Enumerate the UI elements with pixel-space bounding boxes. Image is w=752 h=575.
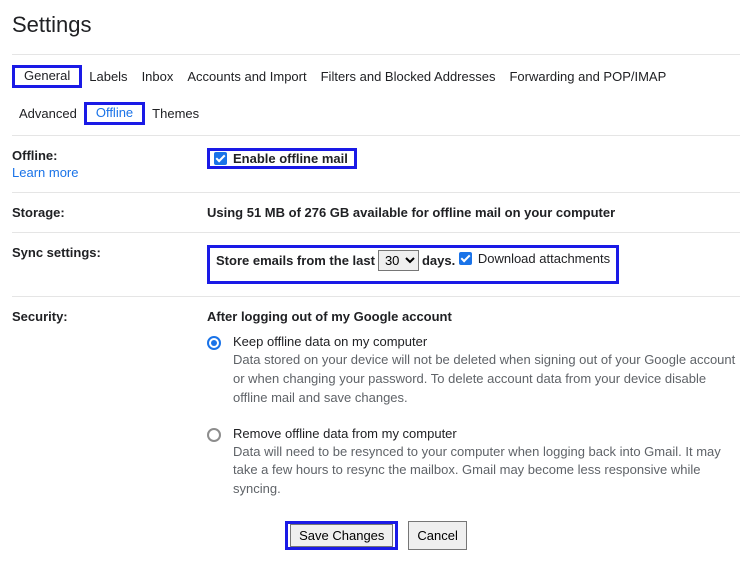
remove-data-title: Remove offline data from my computer — [233, 426, 740, 441]
download-attachments-checkbox[interactable] — [459, 252, 472, 265]
tab-filters-blocked[interactable]: Filters and Blocked Addresses — [314, 65, 503, 88]
page-title: Settings — [12, 12, 740, 38]
tab-forwarding-pop-imap[interactable]: Forwarding and POP/IMAP — [502, 65, 673, 88]
sync-label: Sync settings: — [12, 245, 207, 260]
store-prefix: Store emails from the last — [216, 253, 375, 268]
cancel-button[interactable]: Cancel — [408, 521, 466, 550]
button-bar: Save Changes Cancel — [12, 511, 740, 550]
highlight-save: Save Changes — [285, 521, 398, 550]
highlight-offline-tab: Offline — [84, 102, 145, 125]
enable-offline-label: Enable offline mail — [233, 151, 348, 166]
tab-themes[interactable]: Themes — [145, 102, 206, 125]
section-security: Security: After logging out of my Google… — [12, 296, 740, 511]
tab-labels[interactable]: Labels — [82, 65, 134, 88]
highlight-sync-settings: Store emails from the last 30 days. Down… — [207, 245, 619, 284]
keep-data-desc: Data stored on your device will not be d… — [233, 351, 740, 408]
security-heading: After logging out of my Google account — [207, 309, 740, 324]
highlight-enable-offline: Enable offline mail — [207, 148, 357, 169]
enable-offline-checkbox[interactable] — [214, 152, 227, 165]
security-label: Security: — [12, 309, 207, 324]
section-sync: Sync settings: Store emails from the las… — [12, 232, 740, 296]
offline-label: Offline: — [12, 148, 58, 163]
radio-keep-data[interactable] — [207, 336, 221, 350]
days-select[interactable]: 30 — [378, 250, 419, 271]
storage-label: Storage: — [12, 205, 207, 220]
download-attachments-label: Download attachments — [478, 251, 610, 266]
save-button[interactable]: Save Changes — [290, 524, 393, 547]
tab-inbox[interactable]: Inbox — [135, 65, 181, 88]
keep-data-title: Keep offline data on my computer — [233, 334, 740, 349]
radio-remove-data[interactable] — [207, 428, 221, 442]
tab-accounts-import[interactable]: Accounts and Import — [180, 65, 313, 88]
tab-general[interactable]: General — [17, 64, 77, 87]
tab-offline[interactable]: Offline — [89, 101, 140, 124]
section-offline: Offline: Learn more Enable offline mail — [12, 135, 740, 192]
tab-advanced[interactable]: Advanced — [12, 102, 84, 125]
tabs-row-1: General Labels Inbox Accounts and Import… — [12, 54, 740, 96]
store-suffix: days. — [422, 253, 455, 268]
tabs-row-2: Advanced Offline Themes — [12, 96, 740, 135]
remove-data-desc: Data will need to be resynced to your co… — [233, 443, 740, 500]
highlight-general: General — [12, 65, 82, 88]
learn-more-link[interactable]: Learn more — [12, 165, 207, 180]
section-storage: Storage: Using 51 MB of 276 GB available… — [12, 192, 740, 232]
storage-text: Using 51 MB of 276 GB available for offl… — [207, 205, 740, 220]
